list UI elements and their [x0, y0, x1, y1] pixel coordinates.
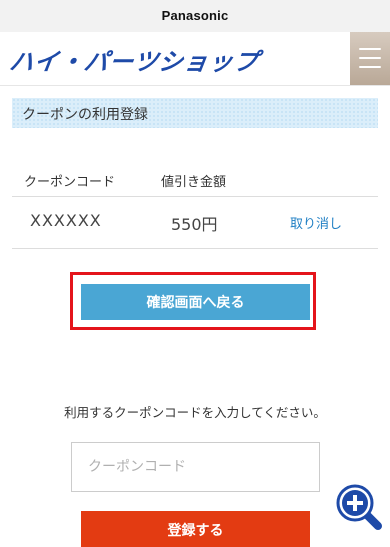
column-header-discount: 値引き金額	[161, 175, 227, 190]
discount-amount-value: 550円	[171, 215, 218, 234]
coupon-code-input[interactable]	[71, 442, 320, 492]
register-button[interactable]: 登録する	[81, 511, 310, 547]
brand-name: Panasonic	[161, 8, 229, 23]
back-to-confirm-button[interactable]: 確認画面へ戻る	[81, 284, 310, 320]
table-divider	[12, 248, 378, 249]
zoom-in-icon[interactable]	[333, 481, 385, 533]
cancel-coupon-link[interactable]: 取り消し	[290, 213, 342, 232]
coupon-instruction: 利用するクーポンコードを入力してください。	[64, 405, 326, 420]
coupon-code-value: XXXXXX	[30, 211, 102, 230]
table-divider	[12, 196, 378, 197]
site-header: ハイ・パーツショップ	[0, 32, 390, 86]
top-bar: Panasonic	[0, 0, 390, 33]
section-title-bar: クーポンの利用登録	[12, 98, 378, 128]
site-logo[interactable]: ハイ・パーツショップ	[8, 42, 262, 77]
section-title: クーポンの利用登録	[22, 107, 148, 123]
hamburger-menu-icon[interactable]	[350, 32, 390, 85]
column-header-coupon-code: クーポンコード	[24, 175, 116, 190]
